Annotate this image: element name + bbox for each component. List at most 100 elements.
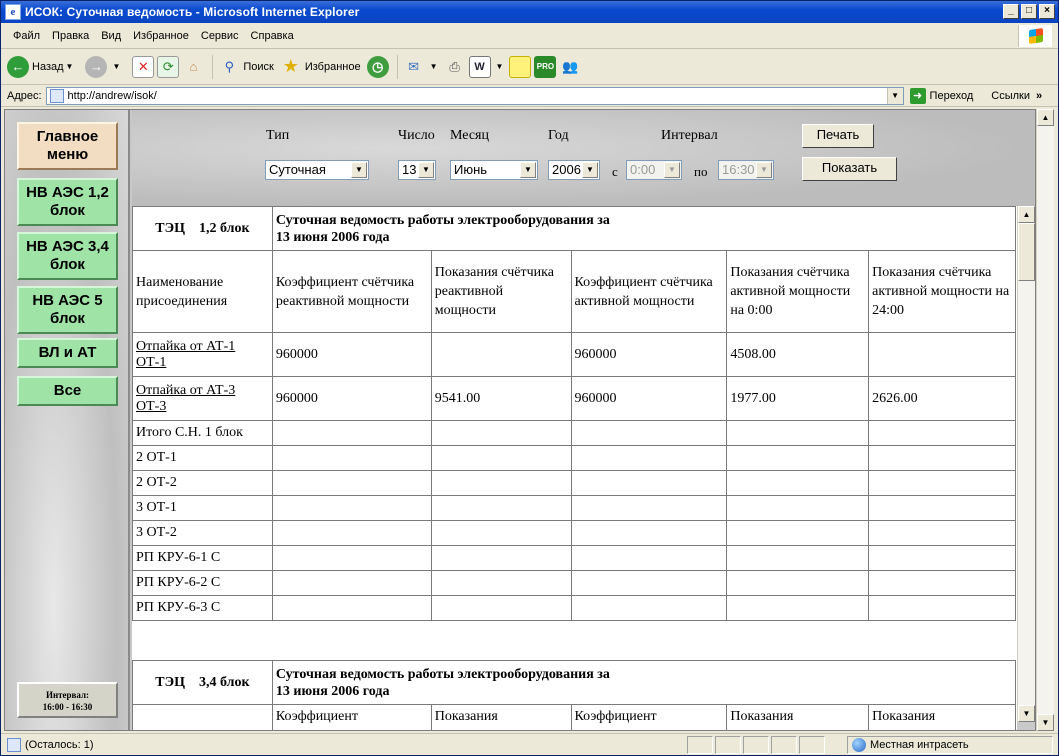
print-icon[interactable]: ⎙	[444, 56, 466, 78]
search-button[interactable]: ⚲ Поиск	[218, 56, 274, 78]
main-frame: Тип Число Месяц Год Интервал Суточная ▼ …	[132, 110, 1035, 730]
back-button[interactable]: ← Назад ▼	[7, 55, 79, 78]
refresh-icon[interactable]: ⟳	[157, 55, 180, 78]
mail-icon[interactable]: ✉	[403, 56, 425, 78]
favorites-label: Избранное	[304, 60, 361, 73]
year-label: Год	[548, 128, 569, 143]
interval-value: 16:00 - 16:30	[42, 702, 93, 712]
page-icon	[49, 88, 64, 103]
station-cell: ТЭЦ 1,2 блок	[132, 206, 273, 251]
row-name-cell: Отпайка от АТ-3 ОТ-3	[132, 376, 273, 421]
address-input[interactable]: http://andrew/isok/ ▼	[45, 86, 904, 105]
status-panel	[687, 736, 713, 754]
nav-nv-aes-5[interactable]: НВ АЭС 5 блок	[17, 286, 118, 334]
print-button[interactable]: Печать	[802, 124, 874, 148]
table-cell	[570, 420, 728, 446]
maximize-icon[interactable]: □	[1021, 4, 1037, 19]
menu-tools[interactable]: Сервис	[201, 30, 239, 42]
table-cell	[430, 595, 572, 621]
window-title: ИСОК: Суточная ведомость - Microsoft Int…	[25, 5, 360, 19]
nav-nv-aes-3-4[interactable]: НВ АЭС 3,4 блок	[17, 232, 118, 280]
security-zone[interactable]: Местная интрасеть	[847, 736, 1053, 754]
go-button[interactable]: ➜ Переход	[909, 87, 973, 104]
menu-view[interactable]: Вид	[101, 30, 121, 42]
window-controls: _ □ ×	[1003, 4, 1055, 19]
page-scrollbar[interactable]: ▲ ▼	[1036, 109, 1054, 731]
table-cell	[430, 520, 572, 546]
menu-help[interactable]: Справка	[251, 30, 294, 42]
table-cell: 960000	[271, 376, 432, 421]
forward-button[interactable]: → ▼	[85, 55, 126, 78]
home-icon[interactable]: ⌂	[182, 56, 204, 78]
scroll-up-icon[interactable]: ▲	[1037, 109, 1054, 126]
links-button[interactable]: Ссылки	[991, 90, 1030, 102]
column-header: Показания	[726, 704, 870, 730]
chevron-right-icon[interactable]: »	[1036, 90, 1042, 102]
row-name-link[interactable]: Отпайка от АТ-3 ОТ-3	[136, 383, 235, 414]
intranet-icon	[852, 738, 866, 752]
table-cell: 2626.00	[868, 376, 1016, 421]
scroll-up-icon[interactable]: ▲	[1018, 206, 1035, 223]
year-value: 2006	[552, 162, 581, 177]
table-cell	[271, 520, 432, 546]
table-cell	[430, 445, 572, 471]
chevron-down-icon[interactable]: ▼	[496, 62, 504, 71]
month-select[interactable]: Июнь ▼	[450, 160, 538, 180]
column-header: Коэффициент	[271, 704, 432, 730]
report-scrollbar[interactable]: ▲ ▼	[1017, 206, 1035, 722]
chevron-down-icon[interactable]: ▼	[582, 162, 598, 178]
menu-edit[interactable]: Правка	[52, 30, 89, 42]
table-cell	[430, 495, 572, 521]
table-row: Отпайка от АТ-3 ОТ-3 960000 9541.00 9600…	[132, 376, 1016, 421]
close-icon[interactable]: ×	[1039, 4, 1055, 19]
table-cell	[868, 420, 1016, 446]
chevron-down-icon[interactable]: ▼	[351, 162, 367, 178]
history-icon[interactable]: ◷	[366, 55, 389, 78]
search-icon: ⚲	[224, 58, 235, 74]
table-cell	[570, 595, 728, 621]
note-icon[interactable]	[509, 55, 532, 78]
chevron-down-icon[interactable]: ▼	[886, 87, 903, 104]
menu-favorites[interactable]: Избранное	[133, 30, 189, 42]
favorites-button[interactable]: ★ Избранное	[280, 56, 361, 78]
chevron-down-icon[interactable]: ▼	[112, 62, 120, 71]
table-cell: 960000	[271, 332, 432, 377]
table-cell	[726, 420, 870, 446]
table-row: РП КРУ-6-1 С	[132, 545, 1016, 571]
minimize-icon[interactable]: _	[1003, 4, 1019, 19]
row-name-cell: Отпайка от АТ-1 ОТ-1	[132, 332, 273, 377]
table-cell	[868, 545, 1016, 571]
scroll-down-icon[interactable]: ▼	[1018, 705, 1035, 722]
day-select[interactable]: 13 ▼	[398, 160, 436, 180]
table-cell: 4508.00	[726, 332, 870, 377]
nav-vl-at[interactable]: ВЛ и АТ	[17, 338, 118, 368]
table-row: Отпайка от АТ-1 ОТ-1 960000 960000 4508.…	[132, 332, 1016, 377]
column-header: Коэффициент счётчика реактивной мощности	[271, 250, 432, 333]
chevron-down-icon[interactable]: ▼	[418, 162, 434, 178]
page-content: Главное меню НВ АЭС 1,2 блок НВ АЭС 3,4 …	[4, 109, 1036, 731]
icq-pro-icon[interactable]: PRO	[534, 55, 557, 78]
scroll-down-icon[interactable]: ▼	[1037, 714, 1054, 731]
table-cell	[271, 445, 432, 471]
type-value: Суточная	[269, 162, 326, 177]
nav-nv-aes-1-2[interactable]: НВ АЭС 1,2 блок	[17, 178, 118, 226]
status-panel	[799, 736, 825, 754]
chevron-down-icon[interactable]: ▼	[520, 162, 536, 178]
forward-arrow-icon: →	[85, 55, 108, 78]
menu-file[interactable]: Файл	[13, 30, 40, 42]
nav-main-menu[interactable]: Главное меню	[17, 122, 118, 170]
nav-all[interactable]: Все	[17, 376, 118, 406]
show-button[interactable]: Показать	[802, 157, 897, 181]
year-select[interactable]: 2006 ▼	[548, 160, 600, 180]
stop-icon[interactable]: ✕	[132, 55, 155, 78]
station-cell: ТЭЦ 3,4 блок	[132, 660, 273, 705]
scroll-thumb[interactable]	[1018, 223, 1035, 281]
chevron-down-icon[interactable]: ▼	[430, 62, 438, 71]
chevron-down-icon[interactable]: ▼	[66, 62, 74, 71]
report-table-block-3-4: ТЭЦ 3,4 блок Суточная ведомость работы э…	[132, 660, 1017, 730]
type-select[interactable]: Суточная ▼	[265, 160, 369, 180]
messenger-icon[interactable]: 👥	[559, 56, 581, 78]
row-name-link[interactable]: Отпайка от АТ-1 ОТ-1	[136, 339, 235, 370]
word-edit-icon[interactable]: W	[468, 55, 491, 78]
table-cell	[271, 545, 432, 571]
